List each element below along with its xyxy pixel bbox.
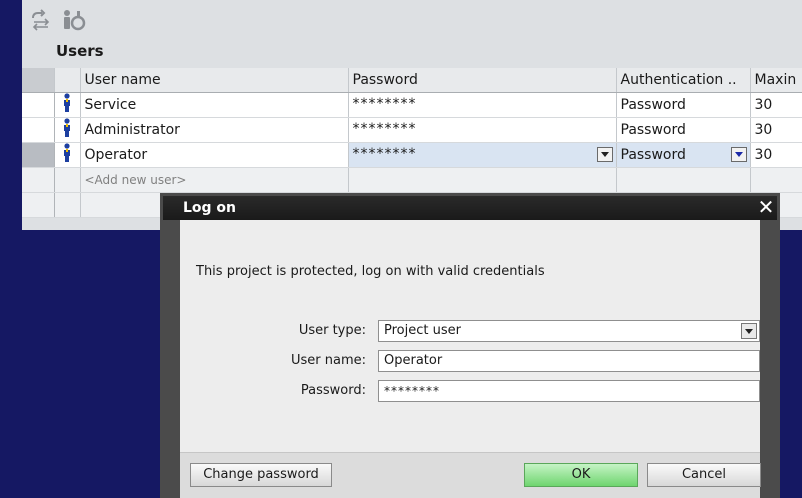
user-name-cell[interactable]: Service (80, 92, 349, 118)
row-header[interactable] (22, 92, 55, 118)
user-info-icon[interactable] (62, 9, 86, 31)
password-cell[interactable]: ******** (348, 92, 617, 118)
password-dropdown-icon[interactable] (596, 146, 613, 162)
password-cell[interactable]: ******** (348, 117, 617, 143)
user-name-cell[interactable]: Administrator (80, 117, 349, 143)
user-name-label: User name: (290, 353, 366, 368)
max-cell[interactable]: 30 (750, 117, 802, 143)
password-value: ******** (352, 145, 417, 162)
authentication-cell[interactable]: Password (616, 117, 751, 143)
cancel-button[interactable]: Cancel (647, 463, 761, 487)
max-cell[interactable]: 30 (750, 142, 802, 168)
protection-message: This project is protected, log on with v… (196, 264, 545, 279)
row-header[interactable] (22, 142, 55, 168)
authentication-cell[interactable]: Password (616, 142, 751, 168)
row-header[interactable] (22, 167, 55, 193)
row-header (22, 192, 55, 218)
empty-cell (348, 167, 617, 193)
column-header-authentication[interactable]: Authentication .. (616, 68, 751, 93)
user-icon (54, 92, 81, 118)
icon-column-header (54, 68, 81, 93)
empty-cell (616, 167, 751, 193)
user-icon (54, 117, 81, 143)
table-row[interactable]: Service ******** Password 30 (22, 92, 802, 118)
row-header[interactable] (22, 117, 55, 143)
log-on-dialog: Log on ✕ This project is protected, log … (160, 193, 780, 498)
dialog-title: Log on (183, 200, 237, 216)
add-new-user-cell[interactable]: <Add new user> (80, 167, 349, 193)
user-icon (54, 142, 81, 168)
table-header-row: User name Password Authentication .. Max… (22, 68, 802, 93)
dialog-body: This project is protected, log on with v… (180, 220, 761, 498)
authentication-cell[interactable]: Password (616, 92, 751, 118)
dialog-titlebar: Log on ✕ (163, 196, 777, 220)
empty-cell (54, 167, 81, 193)
user-type-select[interactable]: Project user (378, 320, 760, 342)
empty-cell (750, 167, 802, 193)
max-cell[interactable]: 30 (750, 92, 802, 118)
empty-cell (54, 192, 81, 218)
chevron-down-icon[interactable] (741, 323, 757, 339)
authentication-value: Password (620, 146, 686, 163)
password-field[interactable]: ******** (378, 380, 760, 402)
dialog-footer: Change password OK Cancel (180, 452, 761, 498)
row-header-corner (22, 68, 55, 93)
panel-toolbar (30, 8, 86, 32)
column-header-password[interactable]: Password (348, 68, 617, 93)
add-new-user-row[interactable]: <Add new user> (22, 167, 802, 193)
user-type-value: Project user (384, 323, 461, 338)
column-header-user-name[interactable]: User name (80, 68, 349, 93)
user-name-field[interactable]: Operator (378, 350, 760, 372)
password-label: Password: (300, 383, 366, 398)
sync-users-icon[interactable] (30, 9, 52, 31)
user-type-label: User type: (298, 323, 366, 338)
password-cell[interactable]: ******** (348, 142, 617, 168)
table-row-selected[interactable]: Operator ******** Password 30 (22, 142, 802, 168)
ok-button[interactable]: OK (524, 463, 638, 487)
authentication-dropdown-icon[interactable] (730, 146, 747, 162)
users-section-title: Users (56, 42, 104, 60)
user-name-cell[interactable]: Operator (80, 142, 349, 168)
column-header-max[interactable]: Maxin (750, 68, 802, 93)
change-password-button[interactable]: Change password (190, 463, 332, 487)
table-row[interactable]: Administrator ******** Password 30 (22, 117, 802, 143)
close-icon[interactable]: ✕ (755, 196, 777, 220)
